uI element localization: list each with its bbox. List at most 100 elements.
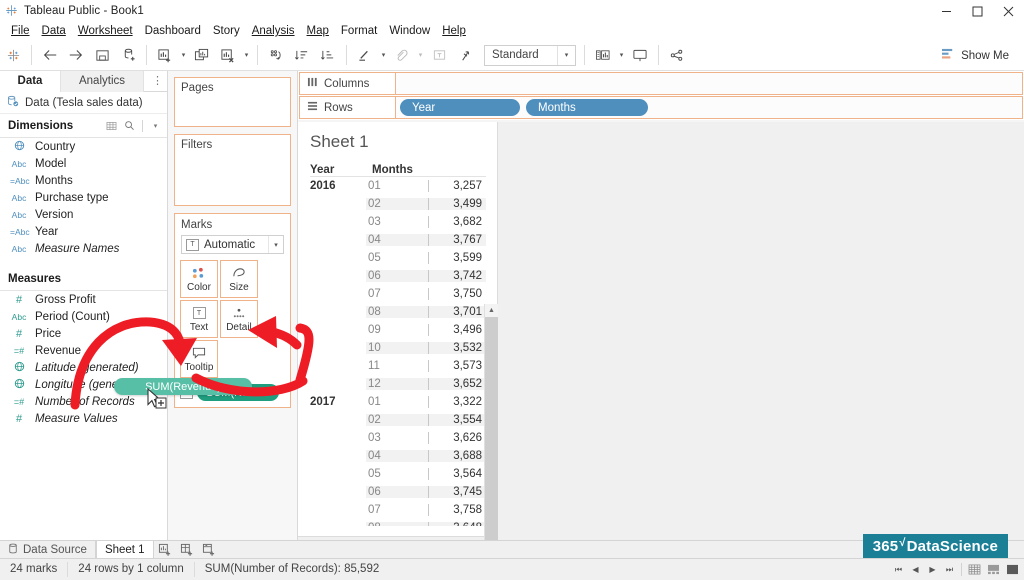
first-page-icon[interactable]: ⏮: [890, 562, 907, 578]
tableau-home-icon[interactable]: [0, 43, 26, 67]
menu-worksheet[interactable]: Worksheet: [72, 22, 139, 40]
field-year[interactable]: =Abc Year: [0, 223, 167, 240]
menu-analysis[interactable]: Analysis: [246, 22, 301, 40]
worksheet-vertical-scrollbar[interactable]: ▲ ▼: [484, 304, 497, 580]
clear-sheet-caret-icon[interactable]: ▾: [241, 43, 252, 67]
last-page-icon[interactable]: ⏭: [941, 562, 958, 578]
search-icon[interactable]: [122, 118, 137, 133]
scroll-up-icon[interactable]: ▲: [485, 304, 498, 317]
menu-dashboard[interactable]: Dashboard: [139, 22, 207, 40]
field-number-of-records[interactable]: =# Number of Records: [0, 393, 167, 410]
table-row[interactable]: 05 3,599: [310, 249, 486, 267]
table-row[interactable]: 02 3,554: [310, 411, 486, 429]
table-row[interactable]: 06 3,742: [310, 267, 486, 285]
rows-pill-months[interactable]: Months: [526, 99, 648, 116]
pages-dropzone[interactable]: [175, 96, 290, 126]
clear-sheet-icon[interactable]: [215, 43, 241, 67]
new-story-tab-icon[interactable]: [198, 541, 220, 558]
data-source-row[interactable]: Data (Tesla sales data): [0, 92, 167, 114]
next-page-icon[interactable]: ▶: [924, 562, 941, 578]
field-revenue[interactable]: =# Revenue: [0, 342, 167, 359]
field-version[interactable]: Abc Version: [0, 206, 167, 223]
field-model[interactable]: Abc Model: [0, 155, 167, 172]
show-mark-labels-icon[interactable]: [426, 43, 452, 67]
field-measure-names[interactable]: Abc Measure Names: [0, 240, 167, 257]
filters-dropzone[interactable]: [175, 153, 290, 205]
field-measure-values[interactable]: # Measure Values: [0, 410, 167, 427]
column-header-months[interactable]: Months: [372, 164, 442, 176]
previous-page-icon[interactable]: ◀: [907, 562, 924, 578]
table-row[interactable]: 07 3,758: [310, 501, 486, 519]
pane-grip-icon[interactable]: ⋮: [152, 74, 163, 87]
table-row[interactable]: 07 3,750: [310, 285, 486, 303]
save-icon[interactable]: [89, 43, 115, 67]
filmstrip-view-icon[interactable]: [984, 562, 1003, 578]
duplicate-sheet-icon[interactable]: [189, 43, 215, 67]
show-hide-cards-icon[interactable]: [590, 43, 616, 67]
pages-card[interactable]: Pages: [174, 77, 291, 127]
field-country[interactable]: Country: [0, 138, 167, 155]
maximize-button[interactable]: [962, 0, 993, 22]
menu-story[interactable]: Story: [207, 22, 246, 40]
highlight-icon[interactable]: [352, 43, 378, 67]
table-row[interactable]: 03 3,626: [310, 429, 486, 447]
table-row[interactable]: 04 3,767: [310, 231, 486, 249]
sort-ascending-icon[interactable]: [289, 43, 315, 67]
columns-shelf[interactable]: Columns: [299, 72, 1023, 95]
cards-caret-icon[interactable]: ▾: [616, 43, 627, 67]
field-latitude[interactable]: Latitude (generated): [0, 359, 167, 376]
swap-rows-columns-icon[interactable]: [263, 43, 289, 67]
mark-type-dropdown[interactable]: T Automatic ▾: [181, 235, 284, 254]
fix-axes-icon[interactable]: [452, 43, 478, 67]
new-worksheet-tab-icon[interactable]: [154, 541, 176, 558]
share-icon[interactable]: [664, 43, 690, 67]
table-row[interactable]: 06 3,745: [310, 483, 486, 501]
table-row[interactable]: 08 3,701: [310, 303, 486, 321]
presentation-mode-icon[interactable]: [627, 43, 653, 67]
table-row[interactable]: 11 3,573: [310, 357, 486, 375]
new-data-source-icon[interactable]: [115, 43, 141, 67]
field-price[interactable]: # Price: [0, 325, 167, 342]
size-button[interactable]: Size: [220, 260, 258, 298]
grid-view-icon[interactable]: [104, 118, 119, 133]
back-arrow-icon[interactable]: [37, 43, 63, 67]
rows-dropzone[interactable]: Year Months: [396, 97, 1022, 118]
detail-button[interactable]: Detail: [220, 300, 258, 338]
menu-window[interactable]: Window: [383, 22, 436, 40]
rows-shelf[interactable]: Rows Year Months: [299, 96, 1023, 119]
show-me-button[interactable]: Show Me: [936, 44, 1014, 67]
table-row[interactable]: 09 3,496: [310, 321, 486, 339]
worksheet-canvas[interactable]: Sheet 1 Year Months 2016 01 3,257 02 3,4…: [298, 122, 1024, 540]
chevron-down-icon[interactable]: ▾: [148, 118, 163, 133]
group-members-icon[interactable]: [389, 43, 415, 67]
color-button[interactable]: Color: [180, 260, 218, 298]
highlight-caret-icon[interactable]: ▾: [378, 43, 389, 67]
tooltip-button[interactable]: Tooltip: [180, 340, 218, 378]
group-caret-icon[interactable]: ▾: [415, 43, 426, 67]
close-button[interactable]: [993, 0, 1024, 22]
minimize-button[interactable]: [931, 0, 962, 22]
tab-sheet-1[interactable]: Sheet 1: [96, 541, 154, 558]
field-purchase-type[interactable]: Abc Purchase type: [0, 189, 167, 206]
table-row[interactable]: 02 3,499: [310, 195, 486, 213]
table-row[interactable]: 2016 01 3,257: [310, 177, 486, 195]
chevron-down-icon[interactable]: ▾: [557, 46, 575, 65]
columns-dropzone[interactable]: [396, 73, 1022, 94]
field-months[interactable]: =Abc Months: [0, 172, 167, 189]
forward-arrow-icon[interactable]: [63, 43, 89, 67]
sheet-view-icon[interactable]: [1003, 562, 1022, 578]
rows-pill-year[interactable]: Year: [400, 99, 520, 116]
menu-map[interactable]: Map: [301, 22, 335, 40]
new-dashboard-tab-icon[interactable]: [176, 541, 198, 558]
column-header-year[interactable]: Year: [310, 164, 372, 176]
table-row[interactable]: 04 3,688: [310, 447, 486, 465]
sort-descending-icon[interactable]: [315, 43, 341, 67]
menu-format[interactable]: Format: [335, 22, 383, 40]
fit-dropdown[interactable]: Standard ▾: [484, 45, 576, 66]
filters-card[interactable]: Filters: [174, 134, 291, 206]
menu-file[interactable]: File: [5, 22, 36, 40]
table-row[interactable]: 03 3,682: [310, 213, 486, 231]
tab-analytics[interactable]: Analytics: [60, 71, 144, 92]
field-gross-profit[interactable]: # Gross Profit: [0, 291, 167, 308]
table-row[interactable]: 08 3,648: [310, 519, 486, 526]
